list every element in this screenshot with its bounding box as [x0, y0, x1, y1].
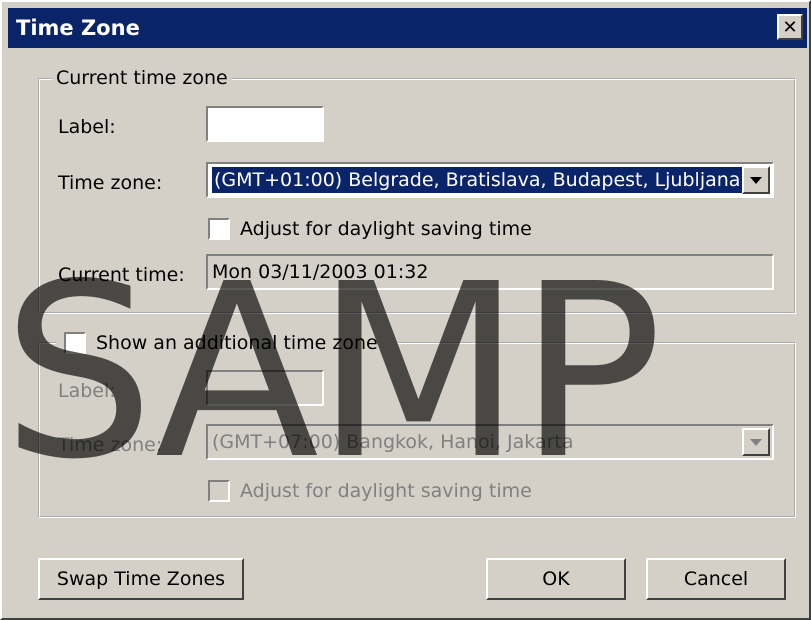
current-time-value-box: Mon 03/11/2003 01:32	[206, 254, 774, 290]
chevron-down-icon	[750, 176, 762, 184]
additional-label-caption: Label:	[58, 380, 116, 402]
additional-dst-checkbox[interactable]	[208, 480, 230, 502]
current-time-caption: Current time:	[58, 264, 185, 286]
additional-time-zone-label: Show an additional time zone	[96, 332, 378, 354]
ok-button[interactable]: OK	[486, 558, 626, 600]
current-time-value: Mon 03/11/2003 01:32	[212, 261, 429, 283]
current-dst-label: Adjust for daylight saving time	[240, 218, 532, 240]
title-bar: Time Zone ✕	[8, 8, 807, 48]
additional-time-zone-dropdown-button[interactable]	[742, 428, 770, 456]
additional-time-zone-checkbox[interactable]	[64, 332, 86, 354]
current-time-zone-select[interactable]: (GMT+01:00) Belgrade, Bratislava, Budape…	[206, 162, 774, 198]
current-time-zone-caption: Time zone:	[58, 172, 163, 194]
swap-time-zones-button[interactable]: Swap Time Zones	[38, 558, 244, 600]
additional-dst-label: Adjust for daylight saving time	[240, 480, 532, 502]
additional-time-zone-caption: Time zone:	[58, 434, 163, 456]
current-dst-checkbox[interactable]	[208, 218, 230, 240]
current-label-caption: Label:	[58, 116, 116, 138]
additional-label-input[interactable]	[206, 370, 324, 406]
close-icon: ✕	[782, 16, 798, 38]
current-time-zone-dropdown-button[interactable]	[742, 166, 770, 194]
current-time-zone-legend: Current time zone	[52, 67, 232, 89]
additional-time-zone-select[interactable]: (GMT+07:00) Bangkok, Hanoi, Jakarta	[206, 424, 774, 460]
close-button[interactable]: ✕	[777, 14, 803, 40]
dialog-title: Time Zone	[16, 16, 140, 40]
current-label-input[interactable]	[206, 106, 324, 142]
cancel-button[interactable]: Cancel	[646, 558, 786, 600]
time-zone-dialog: Time Zone ✕ Current time zone Label: Tim…	[0, 0, 811, 620]
current-time-zone-value: (GMT+01:00) Belgrade, Bratislava, Budape…	[212, 167, 743, 193]
chevron-down-icon	[750, 438, 762, 446]
additional-time-zone-value: (GMT+07:00) Bangkok, Hanoi, Jakarta	[212, 431, 574, 453]
